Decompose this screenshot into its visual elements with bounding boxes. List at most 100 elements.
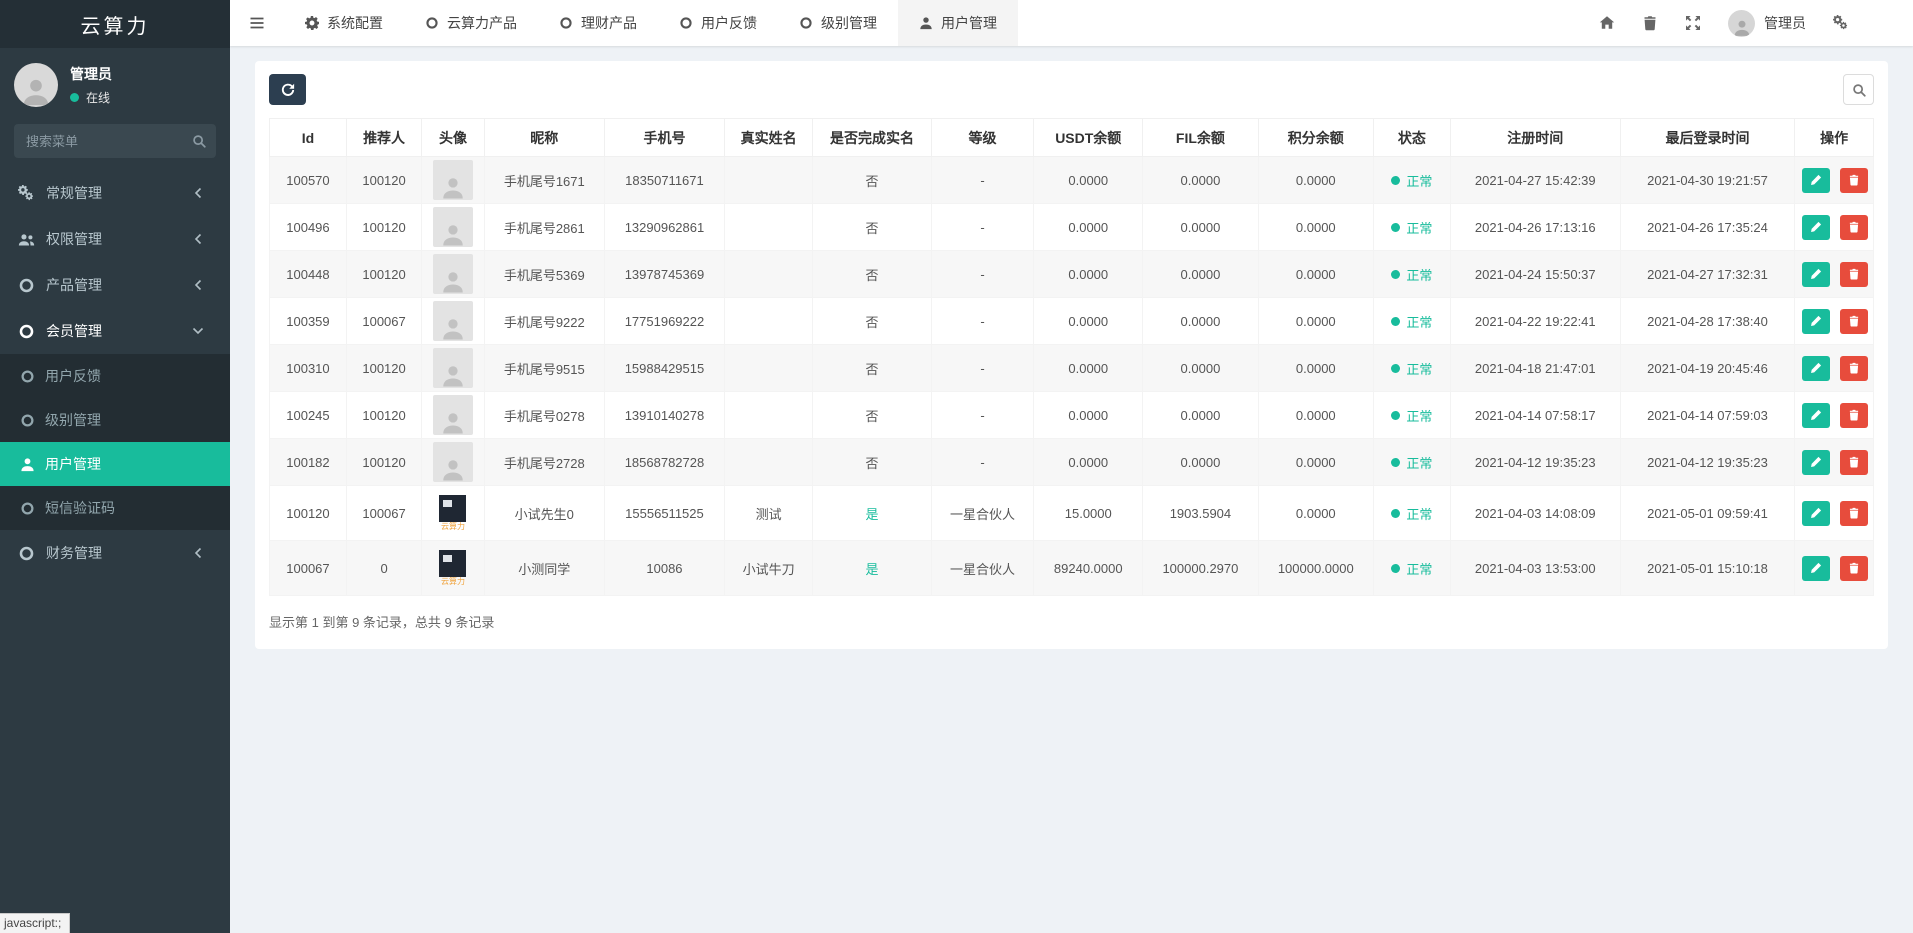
cell-id: 100067 — [270, 541, 347, 596]
hamburger-icon — [249, 15, 265, 31]
sidebar-item-level-management[interactable]: 级别管理 — [0, 398, 230, 442]
trash-icon[interactable] — [1642, 15, 1658, 31]
column-header[interactable]: 操作 — [1795, 119, 1874, 157]
app-logo[interactable]: 云算力 — [0, 0, 230, 48]
column-header[interactable]: 真实姓名 — [725, 119, 813, 157]
cell-level: - — [931, 439, 1034, 486]
column-header[interactable]: 注册时间 — [1450, 119, 1620, 157]
cell-points-balance: 0.0000 — [1258, 392, 1373, 439]
cell-level: - — [931, 298, 1034, 345]
status-dot — [1391, 317, 1400, 326]
column-header[interactable]: 昵称 — [484, 119, 604, 157]
home-icon[interactable] — [1599, 15, 1615, 31]
cell-avatar: 云算力 — [422, 486, 484, 541]
settings-gears-icon[interactable] — [1833, 15, 1849, 31]
tab-finance-products[interactable]: 理财产品 — [538, 0, 658, 46]
tab-system-config[interactable]: 系统配置 — [284, 0, 404, 46]
tab-user-feedback[interactable]: 用户反馈 — [658, 0, 778, 46]
cell-register-time: 2021-04-14 07:58:17 — [1450, 392, 1620, 439]
cell-phone: 13910140278 — [604, 392, 724, 439]
delete-button[interactable] — [1840, 356, 1868, 381]
delete-button[interactable] — [1840, 403, 1868, 428]
edit-button[interactable] — [1802, 309, 1830, 334]
status-dot — [1391, 176, 1400, 185]
sidebar-item-sms-code[interactable]: 短信验证码 — [0, 486, 230, 530]
delete-button[interactable] — [1840, 450, 1868, 475]
cell-level: - — [931, 204, 1034, 251]
sidebar-item-members[interactable]: 会员管理 — [0, 308, 230, 354]
tab-user-management[interactable]: 用户管理 — [898, 0, 1018, 46]
delete-button[interactable] — [1840, 168, 1868, 193]
browser-status-tooltip: javascript:; — [0, 913, 70, 933]
edit-button[interactable] — [1802, 262, 1830, 287]
user-status: 在线 — [70, 89, 112, 106]
edit-button[interactable] — [1802, 215, 1830, 240]
user-panel: 管理员 在线 — [0, 48, 230, 120]
cell-register-time: 2021-04-03 14:08:09 — [1450, 486, 1620, 541]
column-header[interactable]: FIL余额 — [1143, 119, 1258, 157]
cell-level: - — [931, 251, 1034, 298]
delete-button[interactable] — [1840, 309, 1868, 334]
edit-button[interactable] — [1802, 356, 1830, 381]
cell-avatar — [422, 251, 484, 298]
navbar-user-menu[interactable]: 管理员 — [1728, 10, 1806, 37]
navbar-actions: 管理员 — [1599, 0, 1913, 46]
edit-button[interactable] — [1802, 501, 1830, 526]
sidebar-item-permissions[interactable]: 权限管理 — [0, 216, 230, 262]
status-dot — [1391, 223, 1400, 232]
cell-last-login-time: 2021-05-01 15:10:18 — [1620, 541, 1795, 596]
column-header[interactable]: Id — [270, 119, 347, 157]
delete-button[interactable] — [1840, 262, 1868, 287]
edit-button[interactable] — [1802, 450, 1830, 475]
column-header[interactable]: 是否完成实名 — [813, 119, 932, 157]
menu-search-input[interactable] — [14, 124, 216, 158]
column-header[interactable]: 推荐人 — [346, 119, 421, 157]
fullscreen-icon[interactable] — [1685, 15, 1701, 31]
cell-points-balance: 0.0000 — [1258, 251, 1373, 298]
pencil-icon — [1810, 174, 1822, 186]
edit-button[interactable] — [1802, 556, 1830, 581]
column-header[interactable]: 手机号 — [604, 119, 724, 157]
cell-phone: 18350711671 — [604, 157, 724, 204]
refresh-button[interactable] — [269, 74, 306, 105]
edit-button[interactable] — [1802, 168, 1830, 193]
cell-verified: 否 — [813, 392, 932, 439]
column-header[interactable]: 等级 — [931, 119, 1034, 157]
column-header[interactable]: 积分余额 — [1258, 119, 1373, 157]
status-badge: 正常 — [1406, 406, 1432, 425]
person-icon — [441, 411, 465, 435]
sidebar-toggle-button[interactable] — [230, 0, 284, 46]
navbar-user-name: 管理员 — [1764, 13, 1806, 33]
cell-real-name — [725, 392, 813, 439]
column-header[interactable]: USDT余额 — [1034, 119, 1143, 157]
delete-button[interactable] — [1840, 501, 1868, 526]
content-area: Id推荐人头像昵称手机号真实姓名是否完成实名等级USDT余额FIL余额积分余额状… — [230, 46, 1913, 933]
sidebar-item-user-management[interactable]: 用户管理 — [0, 442, 230, 486]
status-dot — [1391, 564, 1400, 573]
cell-register-time: 2021-04-18 21:47:01 — [1450, 345, 1620, 392]
trash-icon — [1848, 174, 1860, 186]
cell-nickname: 手机尾号5369 — [484, 251, 604, 298]
chevron-left-icon — [192, 233, 204, 245]
sidebar-item-user-feedback[interactable]: 用户反馈 — [0, 354, 230, 398]
column-header[interactable]: 最后登录时间 — [1620, 119, 1795, 157]
cell-usdt-balance: 0.0000 — [1034, 298, 1143, 345]
table-search-button[interactable] — [1843, 74, 1874, 105]
cell-status: 正常 — [1373, 251, 1450, 298]
sidebar-item-products[interactable]: 产品管理 — [0, 262, 230, 308]
users-icon — [18, 231, 35, 248]
delete-button[interactable] — [1840, 215, 1868, 240]
sidebar-item-finance[interactable]: 财务管理 — [0, 530, 230, 576]
column-header[interactable]: 头像 — [422, 119, 484, 157]
avatar-placeholder — [433, 348, 473, 388]
cell-usdt-balance: 15.0000 — [1034, 486, 1143, 541]
cell-avatar — [422, 392, 484, 439]
column-header[interactable]: 状态 — [1373, 119, 1450, 157]
trash-icon — [1848, 409, 1860, 421]
search-icon[interactable] — [192, 134, 206, 148]
tab-level-management[interactable]: 级别管理 — [778, 0, 898, 46]
edit-button[interactable] — [1802, 403, 1830, 428]
tab-cloud-products[interactable]: 云算力产品 — [404, 0, 538, 46]
delete-button[interactable] — [1840, 556, 1868, 581]
sidebar-item-general[interactable]: 常规管理 — [0, 170, 230, 216]
